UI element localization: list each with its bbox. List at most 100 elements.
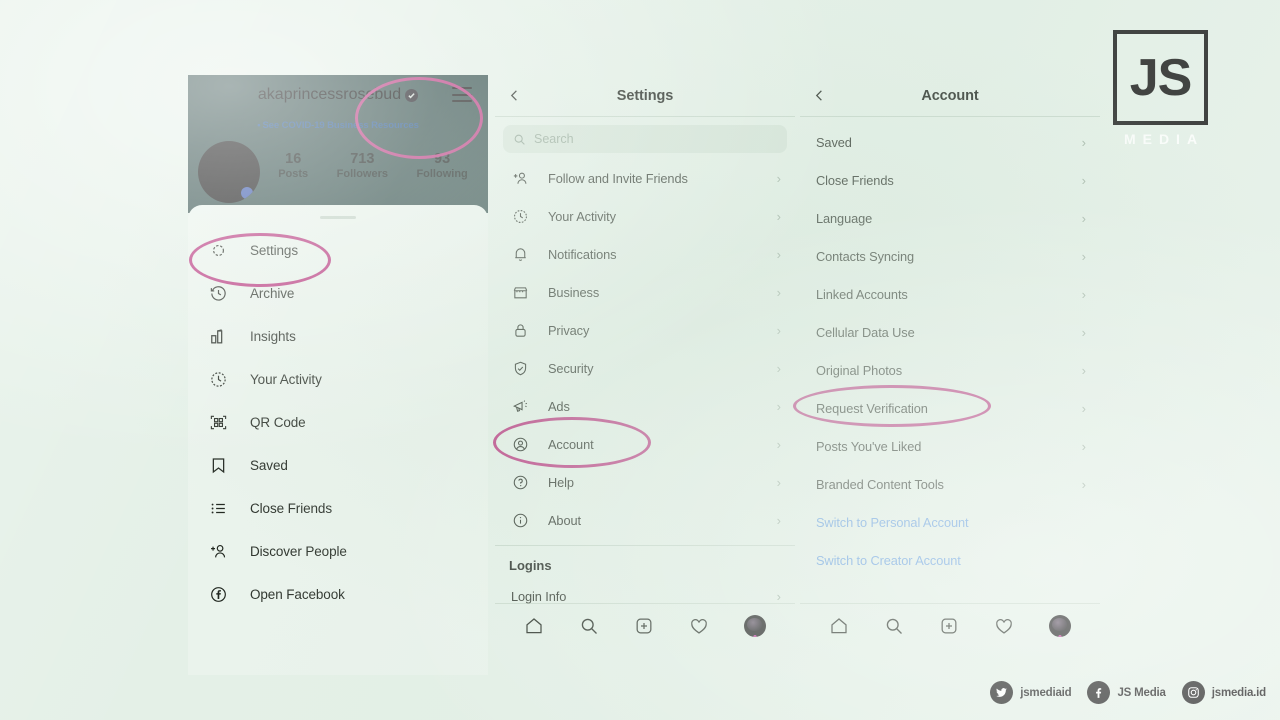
chevron-right-icon: › [776,398,781,414]
info-circle-icon [509,509,531,531]
settings-item-security[interactable]: Security › [495,349,795,387]
settings-item-notifications[interactable]: Notifications › [495,235,795,273]
stat-followers[interactable]: 713 Followers [337,151,388,181]
home-icon[interactable] [829,616,849,636]
account-item-saved[interactable]: Saved › [800,123,1100,161]
settings-item-help[interactable]: Help › [495,463,795,501]
account-item-language[interactable]: Language › [800,199,1100,237]
account-item-label: Close Friends [816,172,894,188]
chevron-right-icon: › [1081,286,1086,302]
heart-icon[interactable] [689,616,709,636]
profile-avatar-icon[interactable] [743,614,766,637]
settings-item-label: About [548,512,581,528]
add-person-icon [509,167,531,189]
archive-clock-icon [206,282,230,306]
account-item-branded-content-tools[interactable]: Branded Content Tools › [800,465,1100,503]
menu-item-your-activity[interactable]: Your Activity [188,358,488,401]
chevron-right-icon: › [1081,248,1086,264]
hamburger-menu-icon[interactable] [452,87,472,102]
account-item-cellular-data-use[interactable]: Cellular Data Use › [800,313,1100,351]
facebook-icon [206,583,230,607]
settings-item-business[interactable]: Business › [495,273,795,311]
social-item-twitter[interactable]: jsmediaid [990,681,1072,704]
menu-item-settings[interactable]: Settings [188,229,488,272]
chevron-right-icon: › [1081,134,1086,150]
settings-item-label: Follow and Invite Friends [548,170,688,186]
settings-item-about[interactable]: About › [495,501,795,539]
search-placeholder: Search [534,132,574,146]
chevron-right-icon: › [776,284,781,300]
account-circle-icon [509,433,531,455]
settings-item-label: Security [548,360,594,376]
bullet-glyph: • [257,120,261,131]
menu-item-discover-people[interactable]: Discover People [188,530,488,573]
heart-icon[interactable] [994,616,1014,636]
add-post-icon[interactable] [939,616,959,636]
settings-title: Settings [616,87,674,104]
menu-item-open-facebook[interactable]: Open Facebook [188,573,488,616]
chevron-right-icon: › [776,474,781,490]
settings-item-ads[interactable]: Ads › [495,387,795,425]
menu-item-saved[interactable]: Saved [188,444,488,487]
account-item-request-verification[interactable]: Request Verification › [800,389,1100,427]
chevron-left-icon[interactable] [810,87,828,105]
insights-bars-icon [206,325,230,349]
social-item-instagram[interactable]: jsmedia.id [1181,681,1266,704]
stat-posts[interactable]: 16 Posts [278,151,308,181]
menu-item-close-friends[interactable]: Close Friends [188,487,488,530]
menu-item-label: Saved [250,458,288,473]
menu-item-archive[interactable]: Archive [188,272,488,315]
account-item-label: Language [816,210,873,226]
social-item-facebook[interactable]: JS Media [1087,681,1166,704]
account-item-switch-to-personal-account[interactable]: Switch to Personal Account [800,503,1100,541]
discover-people-icon [206,540,230,564]
avatar[interactable] [198,141,260,203]
bell-icon [509,243,531,265]
covid-business-resources-link[interactable]: • See COVID-19 Business Resources [188,115,488,131]
account-item-label: Contacts Syncing [816,248,914,264]
js-logo-text: JS [1129,48,1193,107]
profile-menu-list: Settings Archive Insights Your Activity … [188,219,488,616]
menu-item-label: Open Facebook [250,587,345,602]
stat-following[interactable]: 93 Following [416,151,467,181]
settings-panel: Settings Search Follow and Invite Friend… [495,75,795,675]
js-media-logo: JS MEDIA [1113,30,1208,147]
profile-username-row: akaprincessrosebud [188,75,488,115]
account-item-label: Switch to Creator Account [816,552,961,568]
profile-avatar-icon[interactable] [1048,614,1071,637]
chevron-right-icon: › [776,512,781,528]
settings-item-your-activity[interactable]: Your Activity › [495,197,795,235]
search-icon[interactable] [884,616,904,636]
gear-icon [206,239,230,263]
account-item-label: Saved [816,134,852,150]
account-nav-header: Account [800,75,1100,117]
profile-menu-sheet: Settings Archive Insights Your Activity … [188,205,488,675]
account-item-switch-to-creator-account[interactable]: Switch to Creator Account [800,541,1100,579]
account-item-linked-accounts[interactable]: Linked Accounts › [800,275,1100,313]
search-icon[interactable] [579,616,599,636]
account-item-posts-youve-liked[interactable]: Posts You've Liked › [800,427,1100,465]
chevron-left-icon[interactable] [505,87,523,105]
settings-item-label: Business [548,284,600,300]
stat-value: 93 [434,151,451,167]
menu-item-insights[interactable]: Insights [188,315,488,358]
account-item-close-friends[interactable]: Close Friends › [800,161,1100,199]
bookmark-icon [206,454,230,478]
chevron-right-icon: › [776,246,781,262]
covid-notice-label: See COVID-19 Business Resources [262,120,419,131]
settings-item-label: Ads [548,398,570,414]
settings-item-follow-and-invite-friends[interactable]: Follow and Invite Friends › [495,159,795,197]
settings-item-account[interactable]: Account › [495,425,795,463]
account-item-contacts-syncing[interactable]: Contacts Syncing › [800,237,1100,275]
menu-item-qr-code[interactable]: QR Code [188,401,488,444]
account-item-original-photos[interactable]: Original Photos › [800,351,1100,389]
add-post-icon[interactable] [634,616,654,636]
settings-item-privacy[interactable]: Privacy › [495,311,795,349]
close-friends-list-icon [206,497,230,521]
menu-item-label: Discover People [250,544,347,559]
js-logo-subtitle: MEDIA [1123,131,1205,147]
chevron-right-icon: › [776,588,781,604]
activity-clock-icon [509,205,531,227]
search-input[interactable]: Search [503,125,787,153]
home-icon[interactable] [524,616,544,636]
